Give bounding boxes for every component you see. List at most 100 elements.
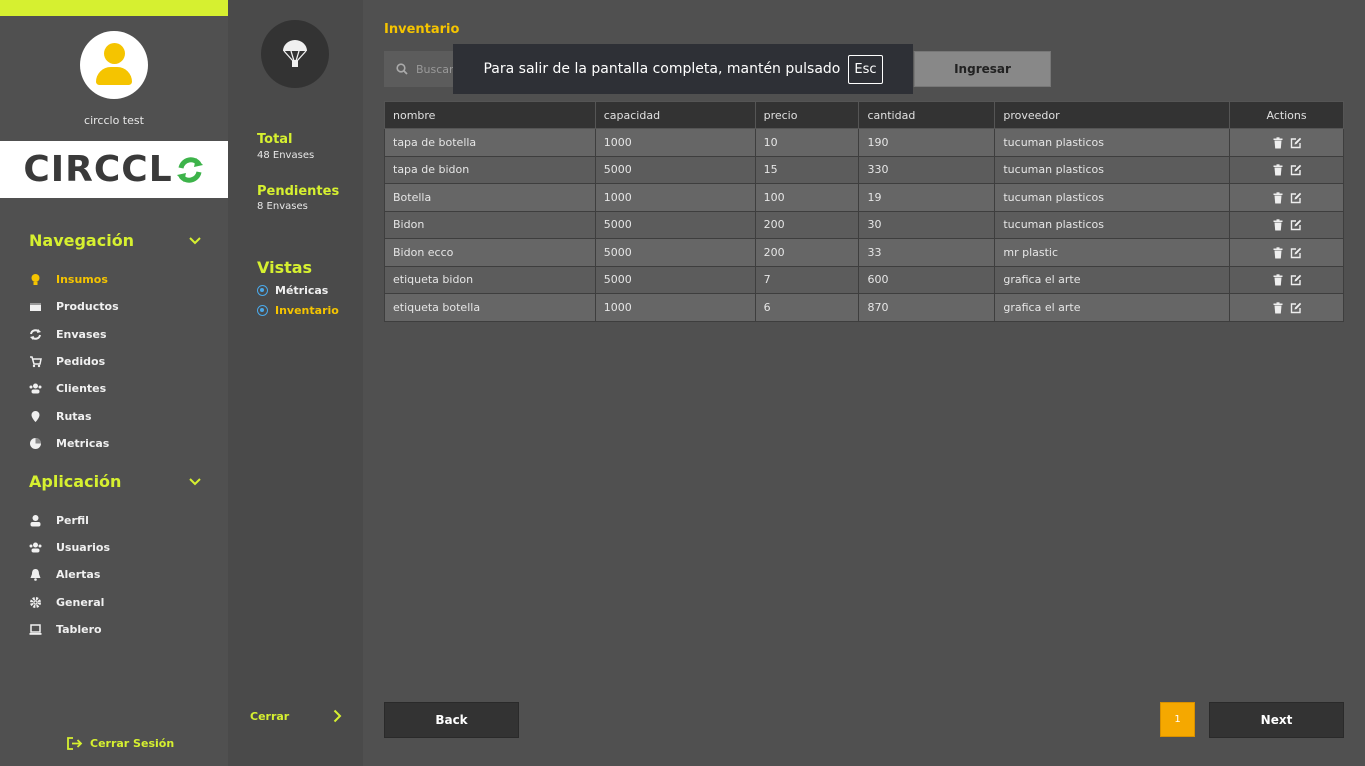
table-cell: grafica el arte <box>994 293 1231 322</box>
table-cell: tapa de botella <box>384 128 596 157</box>
sidebar-item-alertas[interactable]: Alertas <box>29 566 100 582</box>
logo: CIRCCL <box>0 141 228 198</box>
table-cell: 10 <box>754 128 860 157</box>
table-cell: 1000 <box>594 183 756 212</box>
table-cell: 200 <box>754 238 860 267</box>
sidebar-item-perfil[interactable]: Perfil <box>29 512 89 528</box>
sidebar-item-envases[interactable]: Envases <box>29 326 107 342</box>
radio-icon <box>257 305 268 316</box>
sidebar-top-bar <box>0 0 228 16</box>
sidebar: circclo test CIRCCL Navegación Insumos P… <box>0 0 228 766</box>
row-actions <box>1229 265 1344 294</box>
table-cell: 30 <box>858 210 996 239</box>
sidebar-item-label: Productos <box>56 299 119 313</box>
trash-icon[interactable] <box>1272 247 1284 259</box>
table-cell: 6 <box>754 293 860 322</box>
sidebar-item-tablero[interactable]: Tablero <box>29 621 102 637</box>
edit-icon[interactable] <box>1290 302 1302 314</box>
views-title: Vistas <box>257 258 313 277</box>
username: circclo test <box>84 114 144 127</box>
app-heading: Aplicación <box>29 472 122 491</box>
sidebar-item-label: Perfil <box>56 513 89 527</box>
view-option-metricas[interactable]: Métricas <box>257 284 328 297</box>
edit-icon[interactable] <box>1290 137 1302 149</box>
logout-button[interactable]: Cerrar Sesión <box>67 737 174 750</box>
table-row: Bidon ecco 5000 200 33 mr plastic <box>384 238 1344 267</box>
esc-key-badge: Esc <box>848 54 883 84</box>
table-cell: tucuman plasticos <box>994 210 1231 239</box>
sidebar-item-general[interactable]: General <box>29 594 104 610</box>
trash-icon[interactable] <box>1272 219 1284 231</box>
app-section-toggle[interactable]: Aplicación <box>29 472 201 491</box>
fullscreen-notice-text: Para salir de la pantalla completa, mant… <box>483 61 841 77</box>
table-cell: 200 <box>754 210 860 239</box>
page-number-button[interactable]: 1 <box>1160 702 1195 737</box>
row-actions <box>1229 210 1344 239</box>
sidebar-item-insumos[interactable]: Insumos <box>29 271 108 287</box>
back-button[interactable]: Back <box>384 702 519 738</box>
table-cell: tapa de bidon <box>384 155 596 184</box>
next-button[interactable]: Next <box>1209 702 1344 738</box>
edit-icon[interactable] <box>1290 274 1302 286</box>
chevron-right-icon <box>333 709 342 723</box>
row-actions <box>1229 293 1344 322</box>
trash-icon[interactable] <box>1272 302 1284 314</box>
sidebar-item-usuarios[interactable]: Usuarios <box>29 539 110 555</box>
sidebar-item-label: Clientes <box>56 381 107 395</box>
pie-chart-icon <box>30 437 41 449</box>
submit-button[interactable]: Ingresar <box>914 51 1051 87</box>
sidebar-item-clientes[interactable]: Clientes <box>29 380 106 396</box>
table-cell: 600 <box>858 265 996 294</box>
edit-icon[interactable] <box>1290 192 1302 204</box>
total-value: 48 Envases <box>257 150 315 161</box>
laptop-icon <box>29 623 42 635</box>
recycle-icon <box>30 328 41 340</box>
table-row: Botella 1000 100 19 tucuman plasticos <box>384 183 1344 212</box>
trash-icon[interactable] <box>1272 274 1284 286</box>
row-actions <box>1229 128 1344 157</box>
table-row: Bidon 5000 200 30 tucuman plasticos <box>384 210 1344 239</box>
view-option-inventario[interactable]: Inventario <box>257 304 339 317</box>
column-header[interactable]: nombre <box>384 101 596 129</box>
sidebar-item-label: Pedidos <box>56 354 106 368</box>
lightbulb-icon <box>31 273 40 285</box>
column-header[interactable]: precio <box>754 101 860 129</box>
table-cell: tucuman plasticos <box>994 183 1231 212</box>
user-icon <box>30 514 41 526</box>
close-panel-button[interactable]: Cerrar <box>250 709 342 723</box>
table-row: etiqueta bidon 5000 7 600 grafica el arte <box>384 265 1344 294</box>
sidebar-item-pedidos[interactable]: Pedidos <box>29 353 105 369</box>
trash-icon[interactable] <box>1272 192 1284 204</box>
table-cell: 5000 <box>594 265 756 294</box>
inventory-table: nombre capacidad precio cantidad proveed… <box>384 101 1344 322</box>
pending-value: 8 Envases <box>257 201 308 212</box>
nav-heading: Navegación <box>29 231 135 250</box>
summary-panel: Total 48 Envases Pendientes 8 Envases Vi… <box>228 0 363 766</box>
table-row: etiqueta botella 1000 6 870 grafica el arte <box>384 293 1344 322</box>
row-actions <box>1229 155 1344 184</box>
table-row: tapa de botella 1000 10 190 tucuman plastico… <box>384 128 1344 157</box>
table-cell: 1000 <box>594 128 756 157</box>
sidebar-item-label: Metricas <box>56 436 110 450</box>
trash-icon[interactable] <box>1272 137 1284 149</box>
sidebar-item-productos[interactable]: Productos <box>29 298 119 314</box>
view-option-label: Inventario <box>275 304 339 317</box>
sidebar-item-metricas[interactable]: Metricas <box>29 435 109 451</box>
parachute-icon <box>261 20 329 88</box>
edit-icon[interactable] <box>1290 219 1302 231</box>
avatar[interactable] <box>80 31 148 99</box>
row-actions <box>1229 238 1344 267</box>
box-icon <box>30 302 41 311</box>
edit-icon[interactable] <box>1290 164 1302 176</box>
sidebar-item-rutas[interactable]: Rutas <box>29 408 92 424</box>
nav-section-toggle[interactable]: Navegación <box>29 231 201 250</box>
page-title: Inventario <box>384 22 460 37</box>
trash-icon[interactable] <box>1272 164 1284 176</box>
table-cell: etiqueta botella <box>384 293 596 322</box>
column-header[interactable]: proveedor <box>994 101 1231 129</box>
column-header[interactable]: capacidad <box>594 101 756 129</box>
table-cell: 5000 <box>594 238 756 267</box>
table-cell: 7 <box>754 265 860 294</box>
edit-icon[interactable] <box>1290 247 1302 259</box>
column-header[interactable]: cantidad <box>858 101 996 129</box>
